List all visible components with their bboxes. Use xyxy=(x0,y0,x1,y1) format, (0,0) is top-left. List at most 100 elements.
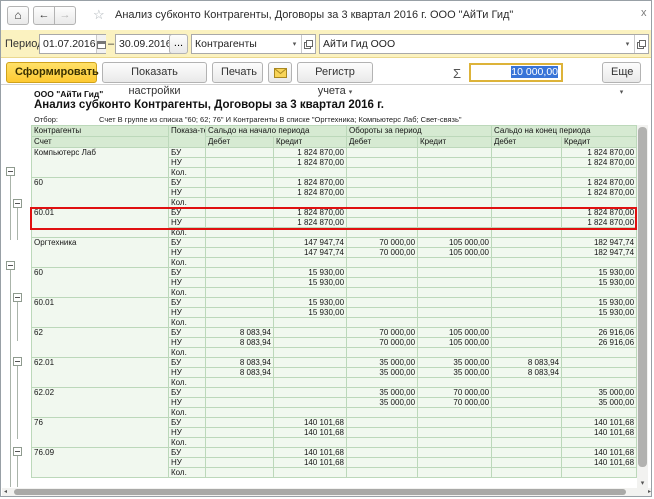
back-button[interactable]: ← xyxy=(33,6,55,25)
value-cell[interactable] xyxy=(206,188,274,198)
value-cell[interactable] xyxy=(492,218,562,228)
value-cell[interactable]: 1 824 870,00 xyxy=(562,218,637,228)
indicator-cell[interactable]: НУ xyxy=(169,338,206,348)
indicator-cell[interactable]: БУ xyxy=(169,328,206,338)
indicator-cell[interactable]: БУ xyxy=(169,418,206,428)
value-cell[interactable] xyxy=(206,228,274,238)
value-cell[interactable]: 70 000,00 xyxy=(347,248,418,258)
value-cell[interactable]: 1 824 870,00 xyxy=(562,188,637,198)
value-cell[interactable]: 35 000,00 xyxy=(347,358,418,368)
value-cell[interactable] xyxy=(562,358,637,368)
value-cell[interactable] xyxy=(492,238,562,248)
value-cell[interactable]: 70 000,00 xyxy=(347,338,418,348)
value-cell[interactable]: 140 101,68 xyxy=(562,448,637,458)
value-cell[interactable] xyxy=(418,208,492,218)
value-cell[interactable] xyxy=(206,168,274,178)
sum-input[interactable]: 10 000,00 xyxy=(469,63,563,82)
value-cell[interactable]: 15 930,00 xyxy=(274,268,347,278)
value-cell[interactable] xyxy=(206,178,274,188)
value-cell[interactable] xyxy=(492,468,562,478)
subconto-value[interactable]: Контрагенты xyxy=(192,38,288,50)
value-cell[interactable] xyxy=(206,298,274,308)
value-cell[interactable] xyxy=(492,388,562,398)
favorite-star-icon[interactable]: ☆ xyxy=(93,7,105,23)
value-cell[interactable] xyxy=(274,368,347,378)
value-cell[interactable] xyxy=(562,228,637,238)
scroll-down-icon[interactable]: ▾ xyxy=(637,479,648,487)
value-cell[interactable] xyxy=(562,168,637,178)
indicator-cell[interactable]: Кол. xyxy=(169,438,206,448)
value-cell[interactable] xyxy=(206,388,274,398)
indicator-cell[interactable]: НУ xyxy=(169,428,206,438)
value-cell[interactable]: 8 083,94 xyxy=(492,368,562,378)
value-cell[interactable] xyxy=(274,198,347,208)
value-cell[interactable] xyxy=(274,388,347,398)
indicator-cell[interactable]: БУ xyxy=(169,298,206,308)
group-name-cell[interactable]: 60.01 xyxy=(32,208,169,238)
more-dropdown-button[interactable]: Еще ▾ xyxy=(602,62,641,83)
value-cell[interactable]: 8 083,94 xyxy=(206,358,274,368)
value-cell[interactable] xyxy=(492,298,562,308)
value-cell[interactable]: 8 083,94 xyxy=(492,358,562,368)
value-cell[interactable] xyxy=(347,258,418,268)
indicator-cell[interactable]: НУ xyxy=(169,218,206,228)
value-cell[interactable] xyxy=(418,258,492,268)
value-cell[interactable]: 35 000,00 xyxy=(418,358,492,368)
value-cell[interactable] xyxy=(562,468,637,478)
calendar-icon[interactable] xyxy=(96,35,106,53)
group-name-cell[interactable]: 62.02 xyxy=(32,388,169,418)
collapse-group-button[interactable] xyxy=(13,199,22,208)
collapse-group-button[interactable] xyxy=(13,357,22,366)
value-cell[interactable]: 1 824 870,00 xyxy=(274,158,347,168)
indicator-cell[interactable]: НУ xyxy=(169,368,206,378)
value-cell[interactable] xyxy=(418,148,492,158)
value-cell[interactable] xyxy=(347,148,418,158)
value-cell[interactable]: 15 930,00 xyxy=(562,268,637,278)
value-cell[interactable]: 140 101,68 xyxy=(274,428,347,438)
value-cell[interactable] xyxy=(492,148,562,158)
value-cell[interactable] xyxy=(274,258,347,268)
value-cell[interactable] xyxy=(492,258,562,268)
vertical-scrollbar[interactable]: ▾ xyxy=(637,125,648,488)
value-cell[interactable]: 8 083,94 xyxy=(206,368,274,378)
indicator-cell[interactable]: НУ xyxy=(169,278,206,288)
value-cell[interactable] xyxy=(418,278,492,288)
value-cell[interactable] xyxy=(206,238,274,248)
value-cell[interactable] xyxy=(274,468,347,478)
value-cell[interactable] xyxy=(492,408,562,418)
value-cell[interactable] xyxy=(347,288,418,298)
organization-combo[interactable]: АйТи Гид ООО ▾ xyxy=(319,34,649,54)
value-cell[interactable]: 140 101,68 xyxy=(562,418,637,428)
value-cell[interactable] xyxy=(492,288,562,298)
value-cell[interactable]: 70 000,00 xyxy=(418,388,492,398)
value-cell[interactable] xyxy=(492,318,562,328)
show-settings-button[interactable]: Показать настройки xyxy=(102,62,207,83)
choose-icon[interactable] xyxy=(634,35,648,53)
mail-button[interactable] xyxy=(268,62,292,83)
value-cell[interactable] xyxy=(492,208,562,218)
value-cell[interactable] xyxy=(347,198,418,208)
value-cell[interactable] xyxy=(347,458,418,468)
value-cell[interactable] xyxy=(492,378,562,388)
group-name-cell[interactable]: 60.01 xyxy=(32,298,169,328)
value-cell[interactable] xyxy=(562,288,637,298)
value-cell[interactable] xyxy=(492,448,562,458)
value-cell[interactable] xyxy=(347,268,418,278)
value-cell[interactable] xyxy=(206,248,274,258)
scroll-right-icon[interactable]: ▸ xyxy=(648,488,651,496)
value-cell[interactable]: 15 930,00 xyxy=(562,298,637,308)
value-cell[interactable]: 70 000,00 xyxy=(347,238,418,248)
group-name-cell[interactable]: 62.01 xyxy=(32,358,169,388)
print-button[interactable]: Печать xyxy=(212,62,263,83)
value-cell[interactable]: 182 947,74 xyxy=(562,248,637,258)
value-cell[interactable] xyxy=(562,378,637,388)
value-cell[interactable] xyxy=(347,178,418,188)
value-cell[interactable]: 140 101,68 xyxy=(274,458,347,468)
value-cell[interactable] xyxy=(418,448,492,458)
indicator-cell[interactable]: Кол. xyxy=(169,228,206,238)
value-cell[interactable] xyxy=(206,378,274,388)
value-cell[interactable] xyxy=(418,178,492,188)
value-cell[interactable] xyxy=(492,458,562,468)
value-cell[interactable] xyxy=(492,278,562,288)
value-cell[interactable] xyxy=(347,228,418,238)
